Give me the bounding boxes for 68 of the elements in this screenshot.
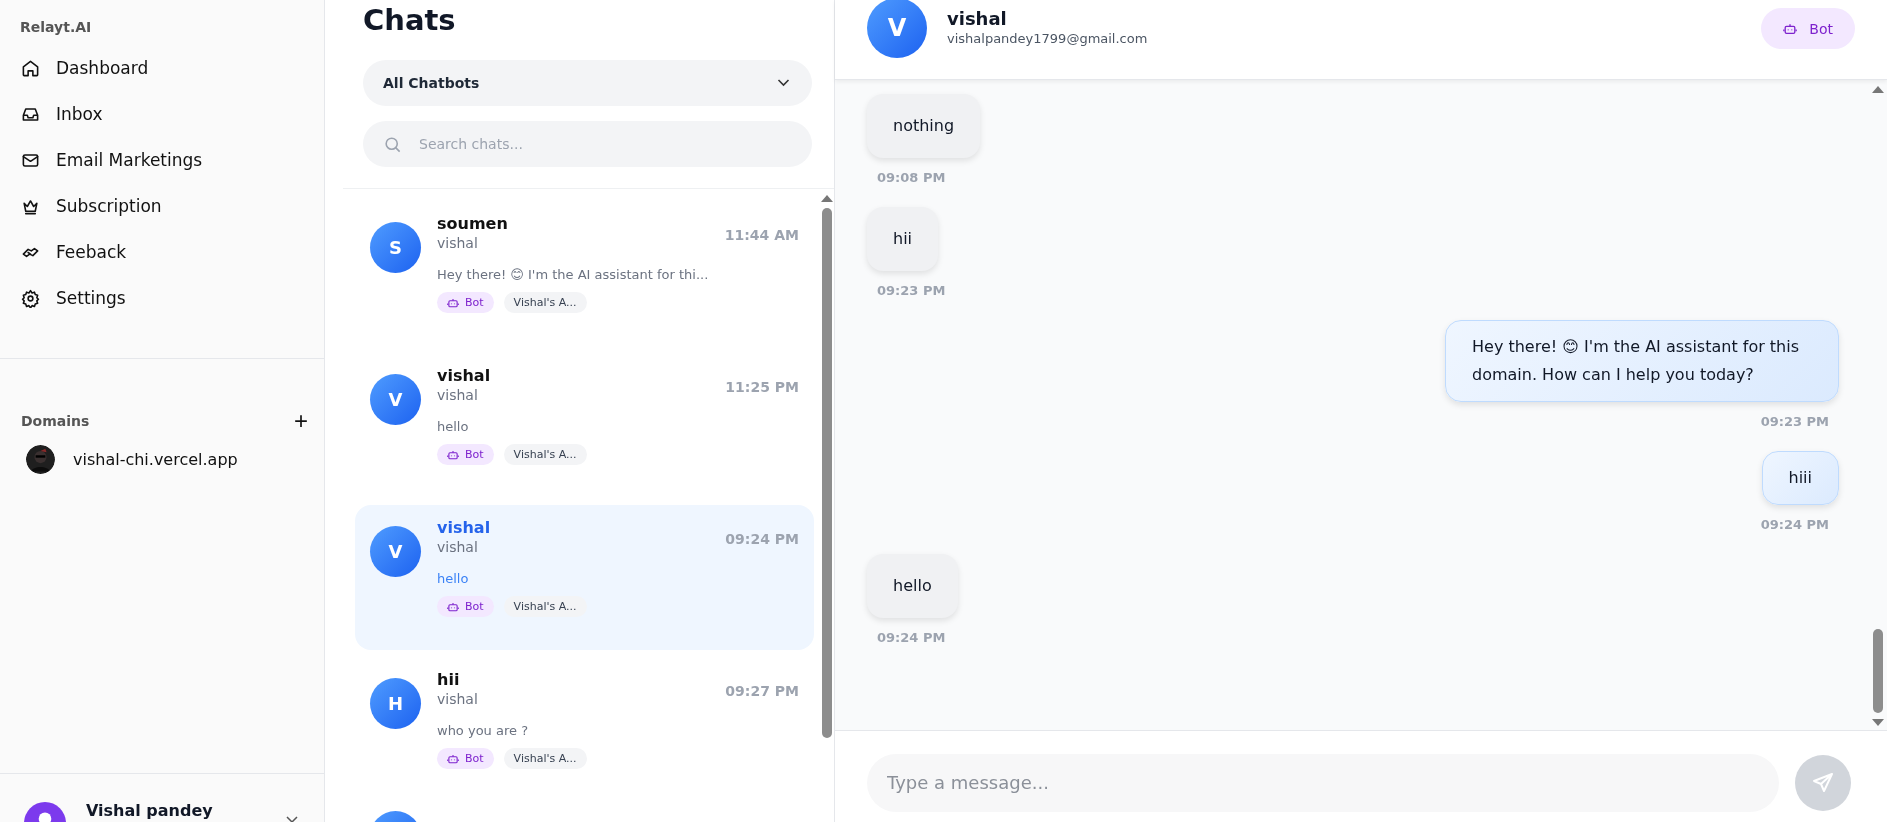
message-input[interactable]: Type a message... xyxy=(867,753,1779,812)
chat-item[interactable]: V vishal 09:24 PM vishal hello Bot Vishal's A... xyxy=(355,505,814,650)
nav-item[interactable]: Email Marketings xyxy=(0,137,324,183)
timestamp: 11:25 PM xyxy=(725,379,799,395)
home-icon xyxy=(21,58,40,78)
timestamp: 09:24 PM xyxy=(725,531,799,547)
chatbot-tag: Vishal's A... xyxy=(503,596,587,617)
message-preview: Hey there! 😊 I'm the AI assistant for thi... xyxy=(437,267,710,282)
search-field[interactable]: Search chats... xyxy=(363,121,812,167)
contact-email: vishalpandey1799@gmail.com xyxy=(947,31,1148,46)
chatbot-tag: Vishal's A... xyxy=(503,444,587,465)
bot-tag: Bot xyxy=(437,444,494,465)
nav-item[interactable]: Settings xyxy=(0,275,324,321)
panel-title: Chats xyxy=(362,2,457,39)
chatbot-tag: Vishal's A... xyxy=(503,292,587,313)
message-bubble: hello xyxy=(867,554,958,618)
add-button[interactable]: + xyxy=(294,409,308,433)
chatbot-dropdown[interactable]: All Chatbots xyxy=(363,60,812,106)
timestamp: 09:08 PM xyxy=(876,170,947,185)
chat-item[interactable]: H hii 09:27 PM vishal who you are ? Bot Vishal's A... xyxy=(355,657,814,802)
search-icon xyxy=(383,135,402,154)
user-name: Vishal pandey xyxy=(86,801,213,820)
robot-icon xyxy=(1783,21,1798,36)
bot-tag: Bot xyxy=(437,596,494,617)
robot-icon xyxy=(447,448,459,461)
contact-name: soumen xyxy=(437,214,508,233)
chevron-icon[interactable] xyxy=(285,816,299,822)
robot-icon xyxy=(447,296,459,309)
chatbot-tag: Vishal's A... xyxy=(503,748,587,769)
nav-item[interactable]: Dashboard xyxy=(0,45,324,91)
message-bubble: nothing xyxy=(867,94,981,158)
bot-tag: Bot xyxy=(437,292,494,313)
settings-icon xyxy=(21,288,40,308)
message-preview: hello xyxy=(437,571,470,586)
chat-item[interactable]: S soumen 11:44 AM vishal Hey there! 😊 I'm the AI assistant for thi... Bot Vishal's A... xyxy=(355,201,814,346)
avatar: H xyxy=(370,678,421,729)
bot-mode-button[interactable]: Bot xyxy=(1761,8,1855,49)
avatar: S xyxy=(370,222,421,273)
chevron-icon xyxy=(777,79,790,87)
timestamp: 09:24 PM xyxy=(876,630,947,645)
timestamp: 09:27 PM xyxy=(725,683,799,699)
robot-icon xyxy=(447,600,459,613)
nav-item[interactable]: Inbox xyxy=(0,91,324,137)
robot-icon xyxy=(447,752,459,765)
timestamp: 09:23 PM xyxy=(1759,414,1830,429)
message-bubble: hii xyxy=(867,207,939,271)
message-bubble: hiii xyxy=(1761,451,1839,505)
avatar: V xyxy=(370,374,421,425)
nav-item[interactable]: Subscription xyxy=(0,183,324,229)
send-icon xyxy=(1811,770,1835,795)
message-preview: hello xyxy=(437,419,470,434)
chat-item[interactable]: V vishal 11:25 PM vishal hello Bot Vishal's A... xyxy=(355,353,814,498)
timestamp: 11:44 AM xyxy=(724,227,799,243)
section-heading: Domains xyxy=(21,413,90,429)
domain-item[interactable]: vishal-chi.vercel.app xyxy=(0,433,324,486)
message-preview: who you are ? xyxy=(437,723,530,738)
avatar: V xyxy=(867,0,927,58)
timestamp: 09:23 PM xyxy=(876,283,947,298)
nav-item[interactable]: Feeback xyxy=(0,229,324,275)
bot-tag: Bot xyxy=(437,748,494,769)
contact-name: vishal xyxy=(437,518,491,537)
message-bubble: Hey there! 😊 I'm the AI assistant for this domain. How can I help you today? xyxy=(1445,320,1839,402)
avatar: V xyxy=(370,526,421,577)
contact-name: vishal xyxy=(947,8,1008,29)
timestamp: 09:24 PM xyxy=(1759,517,1830,532)
contact-name: hii xyxy=(437,670,460,689)
brand-name: Relayt.AI xyxy=(19,18,93,37)
contact-name: vishal xyxy=(437,366,491,385)
